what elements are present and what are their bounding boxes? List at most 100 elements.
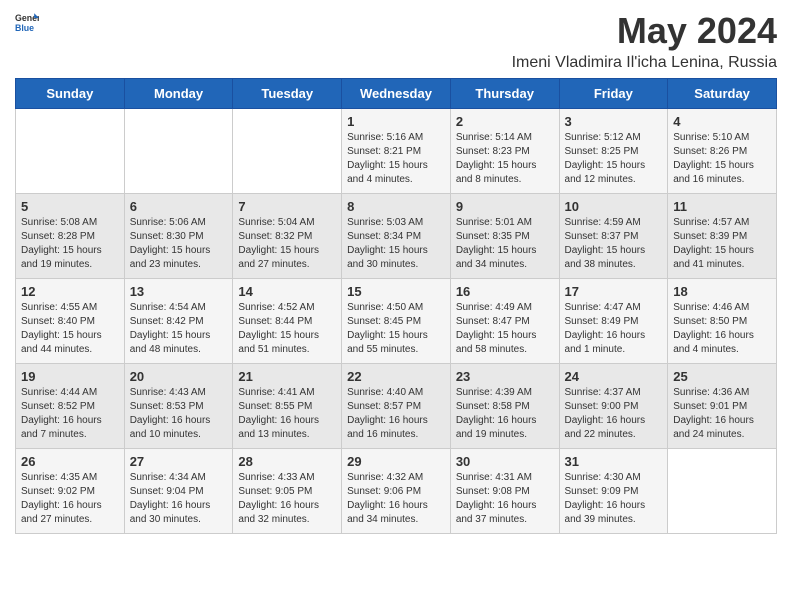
day-info-line: and 4 minutes. bbox=[347, 174, 413, 185]
calendar-cell: 13Sunrise: 4:54 AMSunset: 8:42 PMDayligh… bbox=[124, 279, 233, 364]
day-info-line: Daylight: 15 hours bbox=[456, 330, 537, 341]
day-info-line: Sunset: 8:21 PM bbox=[347, 146, 421, 157]
day-info: Sunrise: 4:30 AMSunset: 9:09 PMDaylight:… bbox=[565, 471, 663, 527]
day-info-line: Sunset: 9:09 PM bbox=[565, 486, 639, 497]
day-info-line: Sunset: 8:32 PM bbox=[238, 231, 312, 242]
day-info-line: Sunrise: 4:31 AM bbox=[456, 472, 532, 483]
day-number: 30 bbox=[456, 454, 554, 469]
calendar-cell bbox=[124, 109, 233, 194]
day-info-line: and 51 minutes. bbox=[238, 344, 309, 355]
calendar-week-4: 19Sunrise: 4:44 AMSunset: 8:52 PMDayligh… bbox=[16, 364, 777, 449]
day-info-line: Sunrise: 4:59 AM bbox=[565, 217, 641, 228]
day-number: 18 bbox=[673, 284, 771, 299]
day-info-line: and 12 minutes. bbox=[565, 174, 636, 185]
day-info-line: and 55 minutes. bbox=[347, 344, 418, 355]
day-info: Sunrise: 5:03 AMSunset: 8:34 PMDaylight:… bbox=[347, 216, 445, 272]
day-info-line: and 7 minutes. bbox=[21, 429, 87, 440]
day-info-line: Sunset: 8:26 PM bbox=[673, 146, 747, 157]
calendar-cell: 31 Sunrise: 4:30 AMSunset: 9:09 PMDayligh… bbox=[559, 449, 668, 534]
page-subtitle: Imeni Vladimira Il'icha Lenina, Russia bbox=[512, 54, 777, 72]
day-info-line: and 16 minutes. bbox=[673, 174, 744, 185]
calendar-cell: 24 Sunrise: 4:37 AMSunset: 9:00 PMDayligh… bbox=[559, 364, 668, 449]
header-tuesday: Tuesday bbox=[233, 79, 342, 109]
calendar-cell: 29Sunrise: 4:32 AMSunset: 9:06 PMDayligh… bbox=[342, 449, 451, 534]
day-info-line: Sunrise: 5:03 AM bbox=[347, 217, 423, 228]
calendar-cell: 3 Sunrise: 5:12 AMSunset: 8:25 PMDaylight… bbox=[559, 109, 668, 194]
calendar-cell: 4Sunrise: 5:10 AMSunset: 8:26 PMDaylight… bbox=[668, 109, 777, 194]
day-info-line: and 38 minutes. bbox=[565, 259, 636, 270]
day-info-line: Sunrise: 4:57 AM bbox=[673, 217, 749, 228]
day-number: 11 bbox=[673, 199, 771, 214]
day-info-line: Sunset: 8:28 PM bbox=[21, 231, 95, 242]
day-info-line: Sunrise: 4:41 AM bbox=[238, 387, 314, 398]
header-sunday: Sunday bbox=[16, 79, 125, 109]
day-number: 7 bbox=[238, 199, 336, 214]
day-info-line: Sunrise: 4:43 AM bbox=[130, 387, 206, 398]
calendar-cell: 2Sunrise: 5:14 AMSunset: 8:23 PMDaylight… bbox=[450, 109, 559, 194]
calendar-cell: 7Sunrise: 5:04 AMSunset: 8:32 PMDaylight… bbox=[233, 194, 342, 279]
logo: General Blue bbox=[15, 10, 39, 34]
day-number: 20 bbox=[130, 369, 228, 384]
calendar-cell: 8Sunrise: 5:03 AMSunset: 8:34 PMDaylight… bbox=[342, 194, 451, 279]
day-info-line: Daylight: 15 hours bbox=[565, 245, 646, 256]
day-info-line: Daylight: 16 hours bbox=[347, 500, 428, 511]
day-info-line: Sunrise: 4:47 AM bbox=[565, 302, 641, 313]
day-info-line: Daylight: 15 hours bbox=[347, 160, 428, 171]
day-info: Sunrise: 4:47 AMSunset: 8:49 PMDaylight:… bbox=[565, 301, 663, 357]
calendar-week-2: 5Sunrise: 5:08 AMSunset: 8:28 PMDaylight… bbox=[16, 194, 777, 279]
day-info-line: Sunset: 9:05 PM bbox=[238, 486, 312, 497]
day-number: 27 bbox=[130, 454, 228, 469]
day-info: Sunrise: 5:06 AMSunset: 8:30 PMDaylight:… bbox=[130, 216, 228, 272]
day-info-line: Sunrise: 4:35 AM bbox=[21, 472, 97, 483]
day-info: Sunrise: 4:46 AMSunset: 8:50 PMDaylight:… bbox=[673, 301, 771, 357]
day-info-line: and 41 minutes. bbox=[673, 259, 744, 270]
day-number: 24 bbox=[565, 369, 663, 384]
header-monday: Monday bbox=[124, 79, 233, 109]
day-number: 31 bbox=[565, 454, 663, 469]
day-info-line: Daylight: 15 hours bbox=[347, 245, 428, 256]
day-info: Sunrise: 4:39 AMSunset: 8:58 PMDaylight:… bbox=[456, 386, 554, 442]
day-info-line: Sunset: 8:30 PM bbox=[130, 231, 204, 242]
day-number: 12 bbox=[21, 284, 119, 299]
day-info-line: Sunrise: 5:04 AM bbox=[238, 217, 314, 228]
day-number: 6 bbox=[130, 199, 228, 214]
day-info-line: Sunset: 8:23 PM bbox=[456, 146, 530, 157]
day-info-line: Daylight: 15 hours bbox=[347, 330, 428, 341]
day-info: Sunrise: 5:16 AMSunset: 8:21 PMDaylight:… bbox=[347, 131, 445, 187]
day-number: 3 bbox=[565, 114, 663, 129]
day-number: 28 bbox=[238, 454, 336, 469]
day-info-line: Sunset: 9:02 PM bbox=[21, 486, 95, 497]
page-title: May 2024 bbox=[512, 10, 777, 52]
day-info-line: Daylight: 16 hours bbox=[21, 415, 102, 426]
calendar-header: Sunday Monday Tuesday Wednesday Thursday… bbox=[16, 79, 777, 109]
calendar-cell bbox=[668, 449, 777, 534]
calendar-cell: 17Sunrise: 4:47 AMSunset: 8:49 PMDayligh… bbox=[559, 279, 668, 364]
calendar-cell: 16Sunrise: 4:49 AMSunset: 8:47 PMDayligh… bbox=[450, 279, 559, 364]
calendar-body: 1Sunrise: 5:16 AMSunset: 8:21 PMDaylight… bbox=[16, 109, 777, 534]
day-info: Sunrise: 5:12 AMSunset: 8:25 PMDaylight:… bbox=[565, 131, 663, 187]
calendar-cell: 28Sunrise: 4:33 AMSunset: 9:05 PMDayligh… bbox=[233, 449, 342, 534]
day-number: 15 bbox=[347, 284, 445, 299]
day-info-line: and 4 minutes. bbox=[673, 344, 739, 355]
day-info-line: Sunset: 8:52 PM bbox=[21, 401, 95, 412]
calendar-cell: 11Sunrise: 4:57 AMSunset: 8:39 PMDayligh… bbox=[668, 194, 777, 279]
day-info: Sunrise: 4:50 AMSunset: 8:45 PMDaylight:… bbox=[347, 301, 445, 357]
day-info-line: Sunrise: 5:01 AM bbox=[456, 217, 532, 228]
day-info-line: and 1 minute. bbox=[565, 344, 626, 355]
day-info: Sunrise: 4:34 AMSunset: 9:04 PMDaylight:… bbox=[130, 471, 228, 527]
day-info-line: Daylight: 15 hours bbox=[456, 245, 537, 256]
day-number: 25 bbox=[673, 369, 771, 384]
day-info-line: Sunrise: 5:10 AM bbox=[673, 132, 749, 143]
calendar-cell: 30Sunrise: 4:31 AMSunset: 9:08 PMDayligh… bbox=[450, 449, 559, 534]
day-info-line: Daylight: 16 hours bbox=[565, 415, 646, 426]
day-info: Sunrise: 4:37 AMSunset: 9:00 PMDaylight:… bbox=[565, 386, 663, 442]
day-info-line: Sunrise: 5:08 AM bbox=[21, 217, 97, 228]
day-info-line: Sunset: 9:06 PM bbox=[347, 486, 421, 497]
day-info-line: Daylight: 16 hours bbox=[347, 415, 428, 426]
day-info-line: and 22 minutes. bbox=[565, 429, 636, 440]
day-info-line: Sunset: 8:44 PM bbox=[238, 316, 312, 327]
day-info-line: and 30 minutes. bbox=[347, 259, 418, 270]
day-info-line: Sunrise: 4:55 AM bbox=[21, 302, 97, 313]
day-info-line: Sunrise: 4:44 AM bbox=[21, 387, 97, 398]
day-info-line: Sunset: 9:01 PM bbox=[673, 401, 747, 412]
